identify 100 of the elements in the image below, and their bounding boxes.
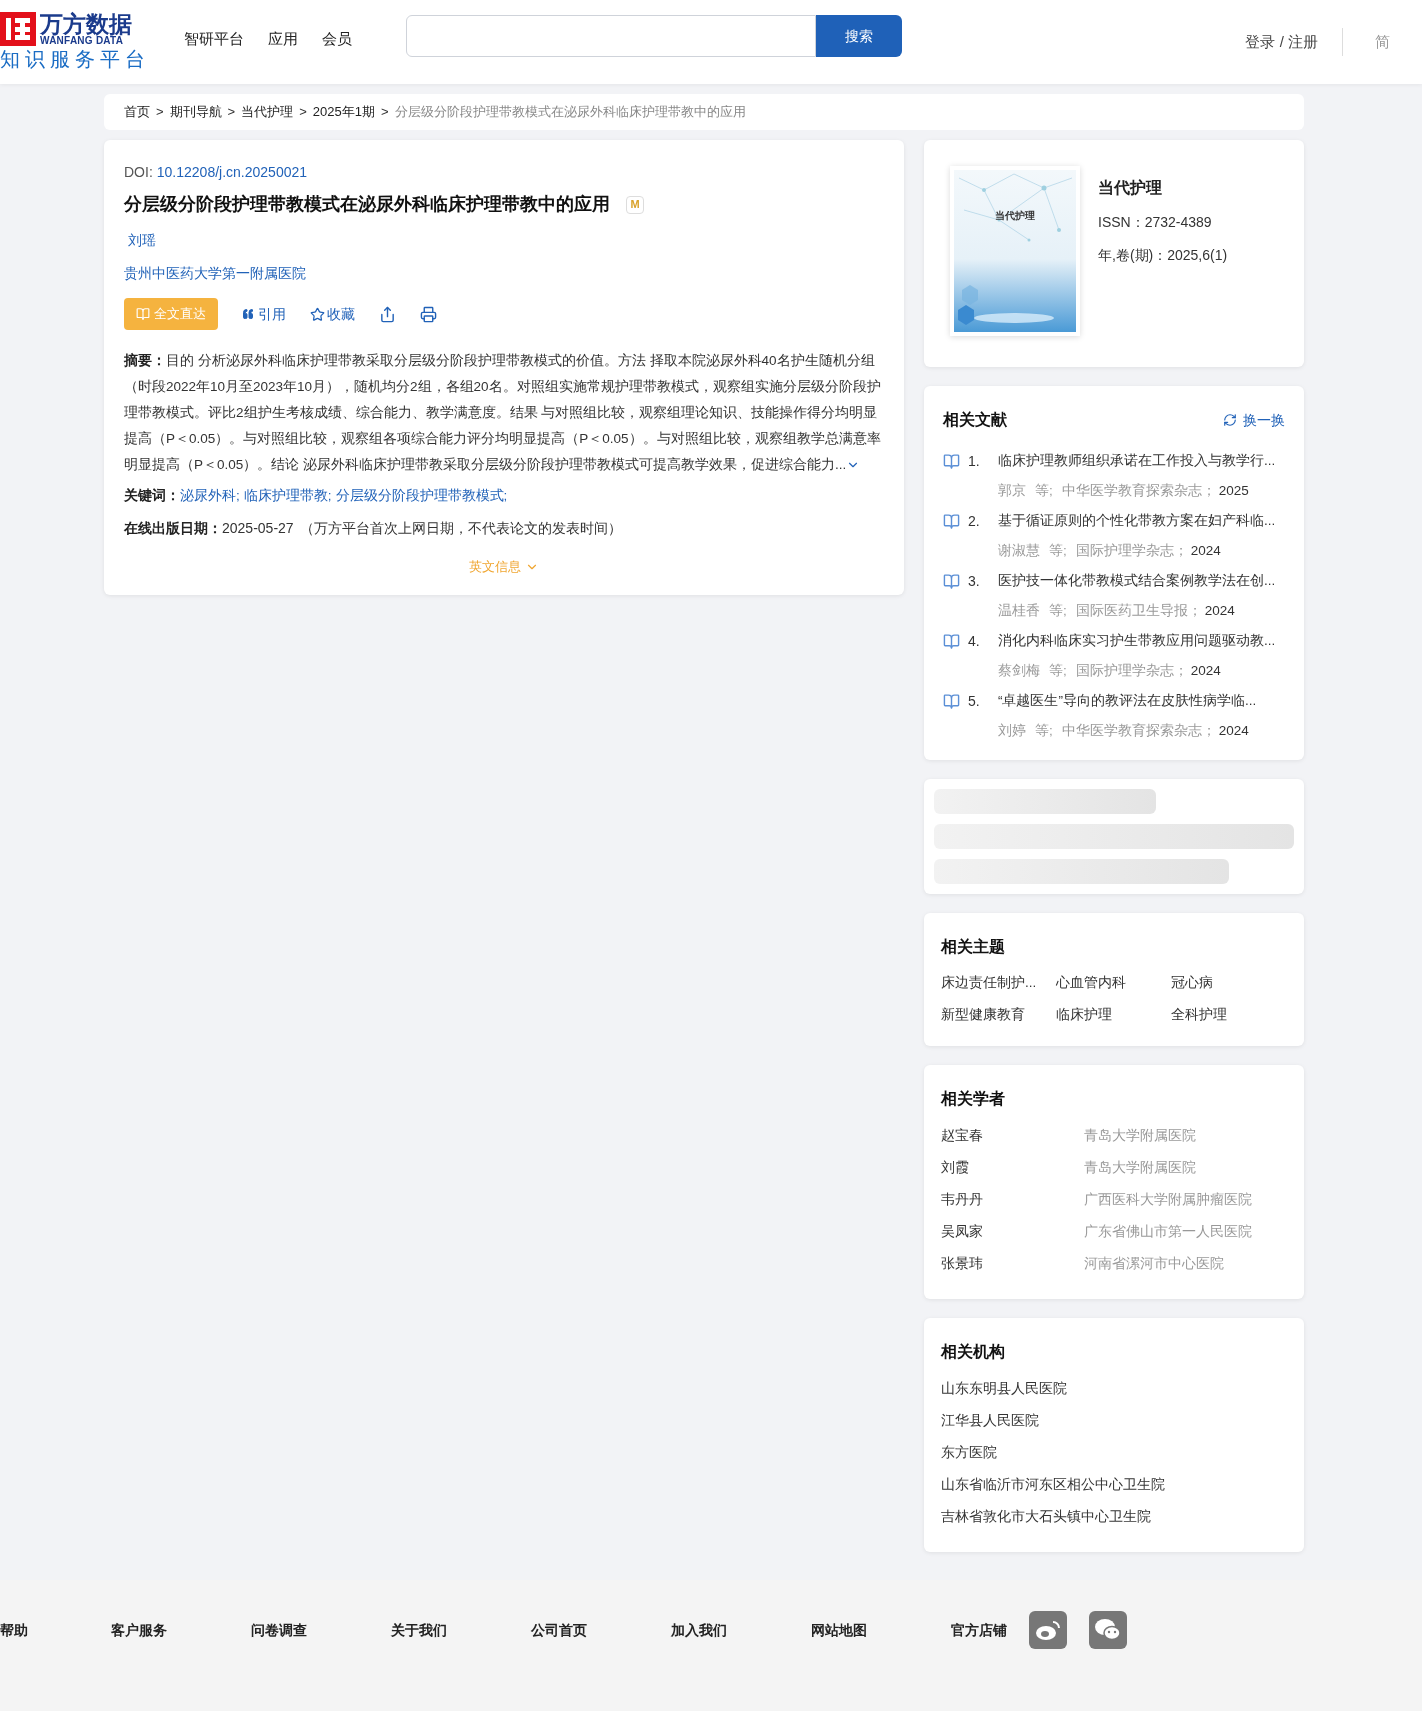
source-name: 中华医学教育探索杂志； xyxy=(1061,481,1216,500)
nav-link[interactable]: 应用 xyxy=(268,27,298,51)
scholar-affiliation: 广东省佛山市第一人民医院 xyxy=(1084,1223,1252,1242)
login-link[interactable]: 登录 / 注册 xyxy=(1245,30,1318,54)
scholar-link[interactable]: 吴凤家 xyxy=(941,1222,1084,1243)
favorite-link[interactable]: 收藏 xyxy=(310,303,355,325)
date-label: 在线出版日期： xyxy=(124,519,222,539)
scholar-link[interactable]: 张景玮 xyxy=(941,1254,1084,1275)
article-link[interactable]: 消化内科临床实习护生带教应用问题驱动教... xyxy=(998,630,1276,652)
print-icon[interactable] xyxy=(420,305,437,323)
item-number: 4. xyxy=(968,631,981,651)
cite-link[interactable]: 引用 xyxy=(242,303,286,325)
publication-year: 2024 xyxy=(1204,601,1235,620)
breadcrumb-link[interactable]: 首页 xyxy=(124,102,150,122)
publication-year: 2025 xyxy=(1218,481,1249,500)
et-al: 等; xyxy=(1049,601,1067,620)
footer-link[interactable]: 网站地图 xyxy=(811,1619,867,1641)
breadcrumb-current: 分层级分阶段护理带教模式在泌尿外科临床护理带教中的应用 xyxy=(394,103,746,122)
article-link[interactable]: 医护技一体化带教模式结合案例教学法在创... xyxy=(998,570,1276,592)
weibo-icon[interactable] xyxy=(1029,1611,1067,1650)
logo-subtitle: WANFANG DATA xyxy=(40,36,124,46)
source-name: 国际护理学杂志； xyxy=(1075,661,1188,680)
keyword-link[interactable]: 临床护理带教 xyxy=(243,486,328,507)
topic-link[interactable]: 床边责任制护... xyxy=(941,973,1056,994)
author-name: 温桂香 xyxy=(998,601,1040,620)
footer-link[interactable]: 帮助 xyxy=(0,1619,28,1641)
scholar-affiliation: 青岛大学附属医院 xyxy=(1084,1127,1196,1146)
platform-name: 知识服务平台 xyxy=(0,47,151,72)
refresh-icon xyxy=(1223,413,1237,427)
article-link[interactable]: 临床护理教师组织承诺在工作投入与教学行... xyxy=(998,450,1276,472)
journal-name[interactable]: 当代护理 xyxy=(1098,176,1228,200)
search-button[interactable]: 搜索 xyxy=(816,15,902,57)
topic-link[interactable]: 心血管内科 xyxy=(1056,973,1171,994)
footer-link[interactable]: 加入我们 xyxy=(671,1619,727,1641)
source-name: 国际医药卫生导报； xyxy=(1075,601,1202,620)
keyword-link[interactable]: 分层级分阶段护理带教模式 xyxy=(335,486,504,507)
institution-link[interactable]: 吉林省敦化市大石头镇中心卫生院 xyxy=(941,1507,1151,1528)
logo-name: 万方数据 xyxy=(40,12,132,36)
wechat-icon[interactable] xyxy=(1089,1611,1127,1650)
et-al: 等; xyxy=(1035,481,1053,500)
breadcrumb-separator: > xyxy=(227,103,236,122)
institution-link[interactable]: 山东省临沂市河东区相公中心卫生院 xyxy=(941,1475,1165,1496)
footer-link[interactable]: 问卷调查 xyxy=(251,1619,307,1641)
author-link[interactable]: 刘瑶 xyxy=(128,230,156,251)
doi-label: DOI: xyxy=(124,163,153,182)
book-icon xyxy=(943,572,960,590)
scholar-affiliation: 广西医科大学附属肿瘤医院 xyxy=(1084,1191,1252,1210)
breadcrumb-link[interactable]: 当代护理 xyxy=(241,102,294,122)
institution-link[interactable]: 江华县人民医院 xyxy=(941,1411,1039,1432)
institution-link[interactable]: 东方医院 xyxy=(941,1443,997,1464)
scholar-link[interactable]: 韦丹丹 xyxy=(941,1190,1084,1211)
search-field[interactable] xyxy=(406,15,816,57)
et-al: 等; xyxy=(1049,661,1067,680)
book-icon xyxy=(943,632,960,650)
scholar-affiliation: 青岛大学附属医院 xyxy=(1084,1159,1196,1178)
topic-link[interactable]: 全科护理 xyxy=(1171,1005,1286,1026)
star-icon xyxy=(310,306,325,322)
nav-link[interactable]: 会员 xyxy=(322,27,352,51)
article-link[interactable]: 基于循证原则的个性化带教方案在妇产科临... xyxy=(998,510,1276,532)
footer-link[interactable]: 客户服务 xyxy=(111,1619,167,1641)
doi-link[interactable]: 10.12208/j.cn.20250021 xyxy=(156,162,308,183)
refresh-link[interactable]: 换一换 xyxy=(1223,409,1285,431)
scholar-link[interactable]: 赵宝春 xyxy=(941,1126,1084,1147)
abstract-text: 摘要：目的 分析泌尿外科临床护理带教采取分层级分阶段护理带教模式的价值。方法 择取本院泌尿外科40名护生随机分组（时段2022年10月至2023年10月），随机均分2组，各组20名。对照组实施常规护理带教模式，观察组实施分层级分阶段护理带教模式。评比2组护生考核成绩、综合能力、教学满意度。结果 与对照组比较，观察组理论知识、技能操作得分均明显提高（P＜0.05）。与对照组比较，观察组各项综合能力评分均明显提高（P＜0.05）。与对照组比较，观察组教学总满意率明显提高（P＜0.05）。结论 泌尿外科临床护理带教采取分层级分阶段护理带教模式可提高教学效果，促进综合能力... xyxy=(124,352,882,475)
breadcrumb-link[interactable]: 期刊导航 xyxy=(169,102,222,122)
keyword-separator: ; xyxy=(327,487,332,505)
item-number: 2. xyxy=(968,511,981,531)
publication-year: 2024 xyxy=(1190,541,1221,560)
keyword-separator: ; xyxy=(236,487,240,505)
book-icon xyxy=(943,692,960,710)
institution-link[interactable]: 山东东明县人民医院 xyxy=(941,1379,1067,1400)
book-icon xyxy=(943,452,960,470)
nav-link[interactable]: 智研平台 xyxy=(184,27,244,51)
quote-icon xyxy=(242,308,254,320)
footer-link[interactable]: 关于我们 xyxy=(391,1619,447,1641)
cover-title: 当代护理 xyxy=(994,209,1036,223)
footer-link[interactable]: 官方店铺 xyxy=(951,1619,1007,1641)
book-icon xyxy=(943,512,960,530)
journal-issn: ISSN：2732-4389 xyxy=(1098,213,1213,232)
breadcrumb-separator: > xyxy=(156,103,164,122)
et-al: 等; xyxy=(1049,541,1067,560)
footer-link[interactable]: 公司首页 xyxy=(531,1619,587,1641)
breadcrumb-separator: > xyxy=(299,103,307,122)
author-name: 刘婷 xyxy=(998,721,1026,740)
source-name: 中华医学教育探索杂志； xyxy=(1061,721,1216,740)
affiliation-link[interactable]: 贵州中医药大学第一附属医院 xyxy=(124,263,306,284)
publication-year: 2024 xyxy=(1190,661,1221,680)
keyword-link[interactable]: 泌尿外科 xyxy=(180,486,236,507)
site-logo[interactable]: 万方数据 WANFANG DATA 知识服务平台 xyxy=(0,12,160,72)
topic-link[interactable]: 新型健康教育 xyxy=(941,1005,1056,1026)
book-icon xyxy=(136,307,150,321)
breadcrumb-link[interactable]: 2025年1期 xyxy=(312,102,375,122)
scholar-link[interactable]: 刘霞 xyxy=(941,1158,1084,1179)
topic-link[interactable]: 临床护理 xyxy=(1056,1005,1171,1026)
source-name: 国际护理学杂志； xyxy=(1075,541,1188,560)
keywords-label: 关键词： xyxy=(124,487,180,505)
share-icon[interactable] xyxy=(379,305,396,323)
topic-link[interactable]: 冠心病 xyxy=(1171,973,1286,994)
article-link[interactable]: “卓越医生”导向的教评法在皮肤性病学临... xyxy=(998,690,1257,712)
format-badge: M xyxy=(626,195,644,214)
